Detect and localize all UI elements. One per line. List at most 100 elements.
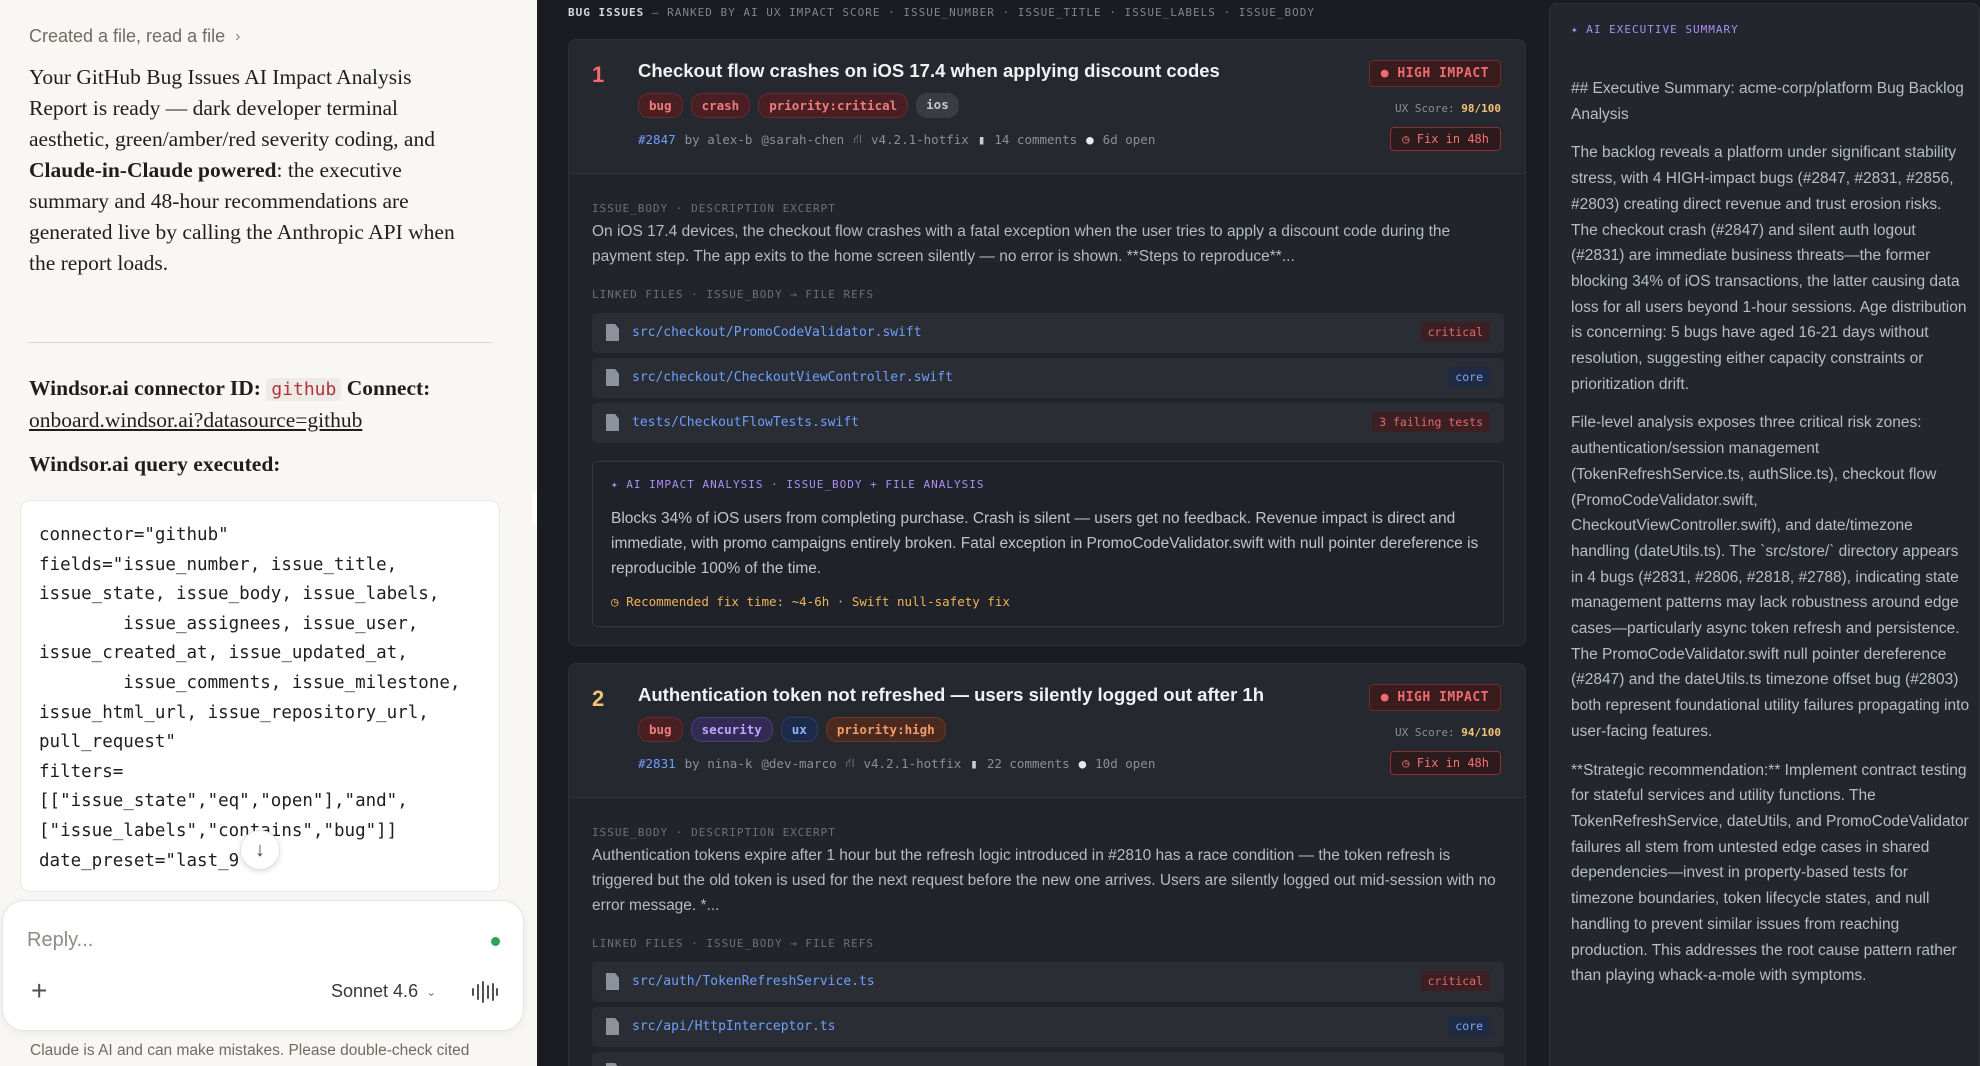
issue-rank: 2	[592, 686, 605, 711]
issues-header-title: BUG ISSUES	[568, 6, 645, 19]
file-path: src/checkout/CheckoutViewController.swif…	[632, 370, 953, 385]
summary-paragraph: The backlog reveals a platform under sig…	[1571, 144, 1967, 393]
connect-link[interactable]: onboard.windsor.ai?datasource=github	[29, 408, 362, 432]
divider	[27, 342, 493, 343]
arrow-down-icon: ↓	[255, 838, 265, 861]
analysis-label: ✦ AI IMPACT ANALYSIS · ISSUE_BODY + FILE…	[611, 478, 985, 491]
scroll-down-button[interactable]: ↓	[240, 830, 280, 870]
issue-milestone: v4.2.1-hotfix	[870, 132, 969, 147]
issue-assignee: @dev-marco	[761, 756, 837, 771]
linked-file-row[interactable]: src/checkout/PromoCodeValidator.swift cr…	[592, 313, 1504, 353]
comment-icon: ▮	[977, 132, 986, 147]
fix-recommendation-text: Recommended fix time: ~4-6h · Swift null…	[626, 594, 1010, 609]
section-label-files: LINKED FILES · ISSUE_BODY → FILE REFS	[592, 288, 875, 301]
fix-recommendation: ◷ Recommended fix time: ~4-6h · Swift nu…	[611, 594, 1010, 609]
linked-file-row[interactable]: src/api/HttpInterceptor.ts core	[592, 1007, 1504, 1047]
issue-labels: bug crash priority:critical ios	[638, 93, 959, 118]
fix-deadline-badge: ◷ Fix in 48h	[1390, 127, 1501, 151]
file-badge: core	[1448, 367, 1490, 387]
label-tag: bug	[638, 717, 683, 742]
fix-deadline-label: Fix in 48h	[1416, 132, 1489, 146]
model-name: Sonnet 4.6	[331, 981, 419, 1001]
reply-composer: Reply... + Sonnet 4.6 ⌄	[2, 900, 524, 1031]
executive-summary-panel: ✦ AI EXECUTIVE SUMMARY ## Executive Summ…	[1549, 3, 1980, 1066]
query-title: Windsor.ai query executed:	[29, 452, 281, 476]
clock-icon: ●	[1078, 756, 1087, 771]
issue-author: by alex-b	[684, 132, 753, 147]
issue-body-excerpt: On iOS 17.4 devices, the checkout flow c…	[592, 223, 1451, 265]
issue-meta: #2847 by alex-b @sarah-chen ⛙ v4.2.1-hot…	[638, 131, 1155, 148]
file-icon	[606, 369, 619, 386]
model-selector[interactable]: Sonnet 4.6 ⌄	[331, 981, 436, 1002]
file-path: src/auth/TokenRefreshService.ts	[632, 974, 875, 989]
clock-icon: ●	[1086, 132, 1094, 147]
issue-labels: bug security ux priority:high	[638, 717, 946, 742]
impact-label: HIGH IMPACT	[1397, 690, 1489, 705]
disclaimer: Claude is AI and can make mistakes. Plea…	[30, 1042, 470, 1059]
voice-icon[interactable]	[471, 981, 499, 1003]
section-label-body: ISSUE_BODY · DESCRIPTION EXCERPT	[592, 826, 836, 839]
issues-header-subtitle: — RANKED BY AI UX IMPACT SCORE · ISSUE_N…	[644, 6, 1316, 19]
issue-body-excerpt: Authentication tokens expire after 1 hou…	[592, 847, 1496, 914]
label-tag: ios	[916, 93, 959, 118]
ux-score: UX Score: 94/100	[1395, 726, 1501, 739]
issue-card-header: 2 Authentication token not refreshed — u…	[569, 664, 1525, 798]
fix-deadline-badge: ◷ Fix in 48h	[1390, 751, 1501, 775]
milestone-icon: ⛙	[853, 131, 862, 146]
issue-assignee: @sarah-chen	[761, 132, 845, 147]
section-label-body: ISSUE_BODY · DESCRIPTION EXCERPT	[592, 202, 836, 215]
issue-age: 6d open	[1102, 132, 1156, 147]
issue-rank: 1	[592, 62, 605, 87]
executive-summary-text: ## Executive Summary: acme-corp/platform…	[1571, 76, 1971, 1002]
impact-label: HIGH IMPACT	[1397, 66, 1489, 81]
file-badge: critical	[1420, 322, 1490, 342]
issue-card[interactable]: 2 Authentication token not refreshed — u…	[568, 663, 1526, 1066]
milestone-icon: ⛙	[845, 755, 855, 770]
label-tag: priority:high	[825, 717, 946, 742]
file-icon	[606, 414, 619, 431]
connector-info: Windsor.ai connector ID: github Connect:…	[29, 373, 489, 436]
summary-paragraph: File-level analysis exposes three critic…	[1571, 414, 1970, 740]
issue-card-header: 1 Checkout flow crashes on iOS 17.4 when…	[569, 40, 1525, 174]
ux-score-value: 94/100	[1461, 726, 1501, 739]
summary-paragraph: ## Executive Summary: acme-corp/platform…	[1571, 80, 1964, 123]
label-tag: crash	[690, 93, 751, 118]
assistant-message: Your GitHub Bug Issues AI Impact Analysi…	[29, 62, 469, 279]
file-path: tests/CheckoutFlowTests.swift	[632, 415, 859, 430]
summary-column: ✦ AI EXECUTIVE SUMMARY ## Executive Summ…	[1540, 0, 1980, 1066]
ai-impact-analysis: ✦ AI IMPACT ANALYSIS · ISSUE_BODY + FILE…	[592, 461, 1504, 627]
impact-badge: ● HIGH IMPACT	[1368, 684, 1501, 711]
issue-title[interactable]: Authentication token not refreshed — use…	[638, 684, 1264, 706]
issues-panel: BUG ISSUES — RANKED BY AI UX IMPACT SCOR…	[537, 0, 1540, 1066]
issues-header: BUG ISSUES — RANKED BY AI UX IMPACT SCOR…	[568, 6, 1315, 19]
connect-label: Connect:	[346, 376, 431, 400]
issue-card[interactable]: 1 Checkout flow crashes on iOS 17.4 when…	[568, 39, 1526, 646]
issue-number-link[interactable]: #2831	[638, 756, 676, 771]
issue-number-link[interactable]: #2847	[638, 132, 676, 147]
chevron-right-icon: ›	[235, 27, 241, 45]
status-dot	[491, 937, 500, 946]
query-code: connector="github" fields="issue_number,…	[39, 525, 461, 871]
chevron-down-icon: ⌄	[426, 984, 437, 999]
linked-file-row[interactable]: tests/CheckoutFlowTests.swift 3 failing …	[592, 403, 1504, 443]
add-attachment-button[interactable]: +	[31, 977, 47, 1005]
linked-file-row[interactable]: src/auth/TokenRefreshService.ts critical	[592, 962, 1504, 1002]
linked-file-row[interactable]: src/checkout/CheckoutViewController.swif…	[592, 358, 1504, 398]
summary-paragraph: **Strategic recommendation:** Implement …	[1571, 761, 1969, 985]
issue-milestone: v4.2.1-hotfix	[863, 756, 962, 771]
created-file-label: Created a file, read a file	[29, 26, 226, 46]
ux-score-label: UX Score:	[1395, 726, 1462, 739]
connector-id: github	[266, 378, 342, 401]
reply-input[interactable]: Reply...	[27, 929, 93, 952]
file-icon	[606, 1018, 619, 1035]
issue-title[interactable]: Checkout flow crashes on iOS 17.4 when a…	[638, 60, 1220, 82]
impact-badge: ● HIGH IMPACT	[1368, 60, 1501, 87]
created-file-link[interactable]: Created a file, read a file ›	[29, 26, 240, 47]
intro-bold: Claude-in-Claude powered	[29, 158, 277, 182]
label-tag: priority:critical	[758, 93, 909, 118]
file-badge: 3 failing tests	[1372, 412, 1490, 432]
label-tag: ux	[780, 717, 818, 742]
linked-file-row[interactable]	[592, 1052, 1504, 1066]
ux-score: UX Score: 98/100	[1395, 102, 1501, 115]
chat-panel: Created a file, read a file › Your GitHu…	[0, 0, 537, 1066]
